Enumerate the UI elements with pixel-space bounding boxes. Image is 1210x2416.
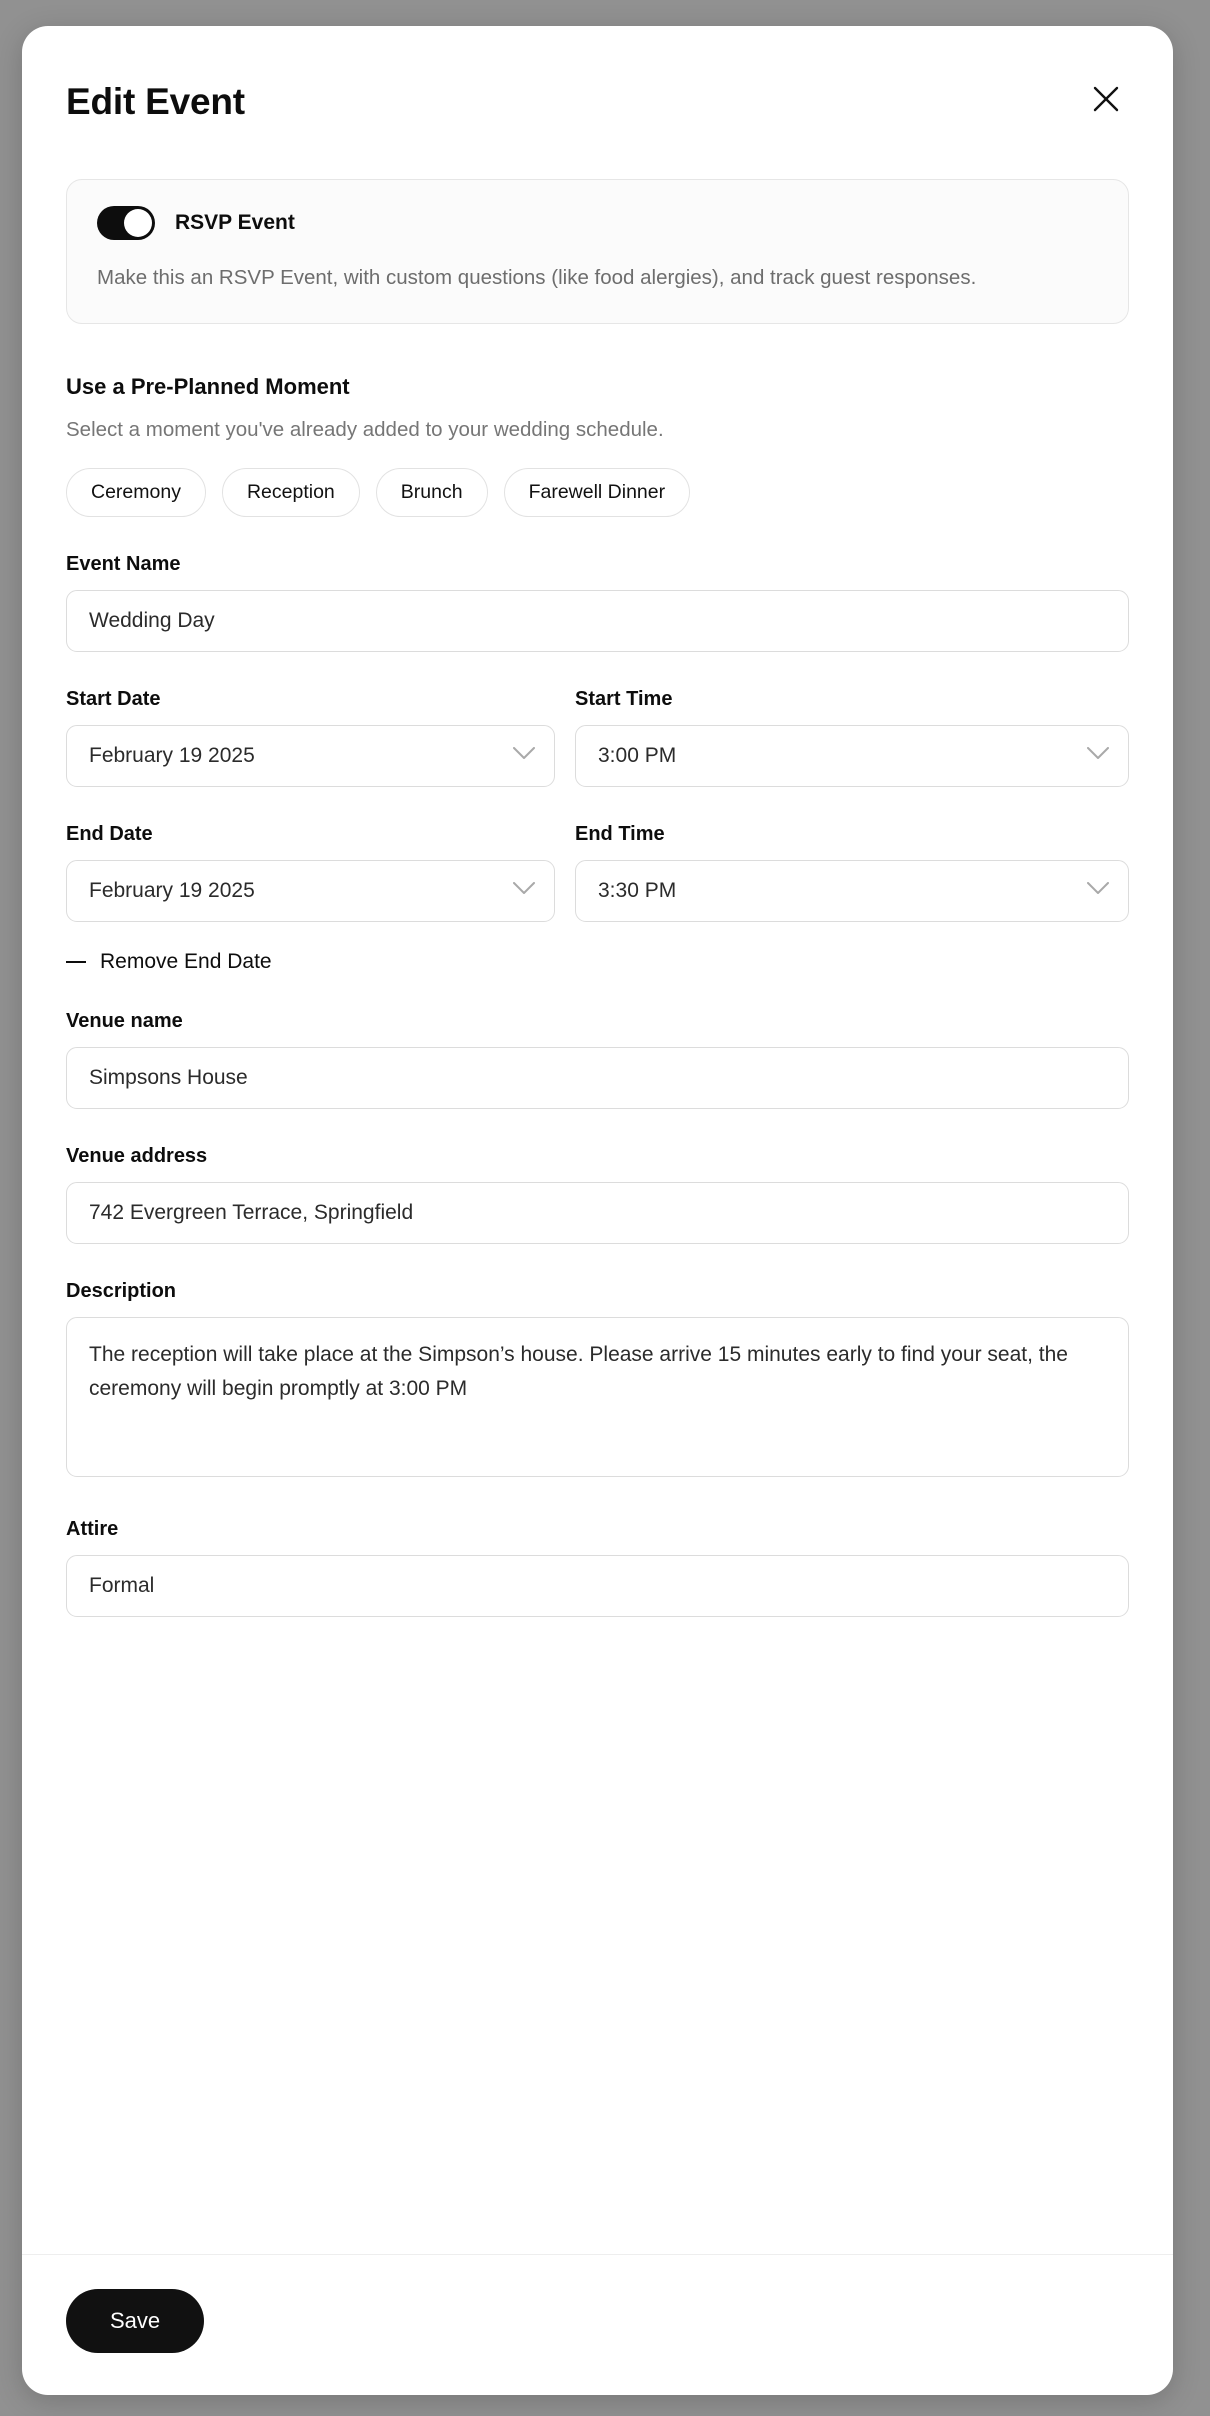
end-date-label: End Date [66, 822, 153, 845]
venue-name-input[interactable] [66, 1046, 1129, 1109]
venue-name-label: Venue name [66, 1009, 183, 1032]
description-textarea[interactable]: The reception will take place at the Sim… [66, 1316, 1129, 1477]
description-label: Description [66, 1279, 177, 1302]
start-date-value: February 19 2025 [89, 743, 255, 767]
end-time-label: End Time [575, 822, 665, 845]
end-date-field: End Date February 19 2025 [66, 823, 555, 922]
preplanned-chip-row: Ceremony Reception Brunch Farewell Dinne… [66, 468, 1129, 517]
attire-label: Attire [66, 1517, 119, 1540]
remove-end-date-label: Remove End Date [100, 949, 272, 973]
attire-field: Attire [66, 1518, 1129, 1617]
start-date-label: Start Date [66, 687, 161, 710]
close-icon [1091, 84, 1121, 114]
attire-input[interactable] [66, 1554, 1129, 1617]
event-name-field: Event Name [66, 553, 1129, 652]
start-time-select[interactable]: 3:00 PM [575, 724, 1129, 787]
end-time-value: 3:30 PM [598, 878, 677, 902]
start-time-field: Start Time 3:00 PM [575, 688, 1129, 787]
start-time-label: Start Time [575, 687, 673, 710]
page-title: Edit Event [66, 81, 245, 122]
venue-address-label: Venue address [66, 1144, 208, 1167]
end-time-field: End Time 3:30 PM [575, 823, 1129, 922]
end-date-value: February 19 2025 [89, 878, 255, 902]
description-field: Description The reception will take plac… [66, 1280, 1129, 1482]
chip-brunch[interactable]: Brunch [375, 468, 488, 517]
modal-header: Edit Event [22, 26, 1173, 123]
start-date-field: Start Date February 19 2025 [66, 688, 555, 787]
end-time-select[interactable]: 3:30 PM [575, 859, 1129, 922]
start-datetime-row: Start Date February 19 2025 Start Time 3… [66, 688, 1129, 787]
start-time-value: 3:00 PM [598, 743, 677, 767]
chip-reception[interactable]: Reception [221, 468, 360, 517]
modal-body: RSVP Event Make this an RSVP Event, with… [22, 123, 1173, 2254]
preplanned-subtitle: Select a moment you've already added to … [66, 418, 664, 442]
rsvp-card: RSVP Event Make this an RSVP Event, with… [66, 178, 1129, 325]
close-button[interactable] [1083, 76, 1129, 122]
venue-address-field: Venue address [66, 1145, 1129, 1244]
rsvp-label: RSVP Event [175, 210, 295, 234]
modal-backdrop[interactable]: Edit Event RSVP Event Make this an RSVP … [0, 0, 1210, 2416]
event-name-input[interactable] [66, 589, 1129, 652]
chip-farewell-dinner[interactable]: Farewell Dinner [503, 468, 691, 517]
venue-address-input[interactable] [66, 1181, 1129, 1244]
end-datetime-row: End Date February 19 2025 End Time 3:30 … [66, 823, 1129, 922]
end-date-select[interactable]: February 19 2025 [66, 859, 555, 922]
minus-icon [66, 960, 86, 963]
chip-ceremony[interactable]: Ceremony [66, 468, 206, 517]
rsvp-toggle-row: RSVP Event [97, 205, 1098, 240]
modal-footer: Save [22, 2254, 1173, 2395]
rsvp-toggle[interactable] [97, 205, 155, 240]
venue-name-field: Venue name [66, 1010, 1129, 1109]
edit-event-modal: Edit Event RSVP Event Make this an RSVP … [22, 26, 1173, 2395]
preplanned-title: Use a Pre-Planned Moment [66, 374, 350, 400]
rsvp-description: Make this an RSVP Event, with custom que… [97, 265, 977, 289]
save-button[interactable]: Save [66, 2289, 205, 2353]
toggle-knob [124, 208, 152, 237]
remove-end-date-button[interactable]: Remove End Date [66, 950, 272, 974]
start-date-select[interactable]: February 19 2025 [66, 724, 555, 787]
event-name-label: Event Name [66, 552, 181, 575]
